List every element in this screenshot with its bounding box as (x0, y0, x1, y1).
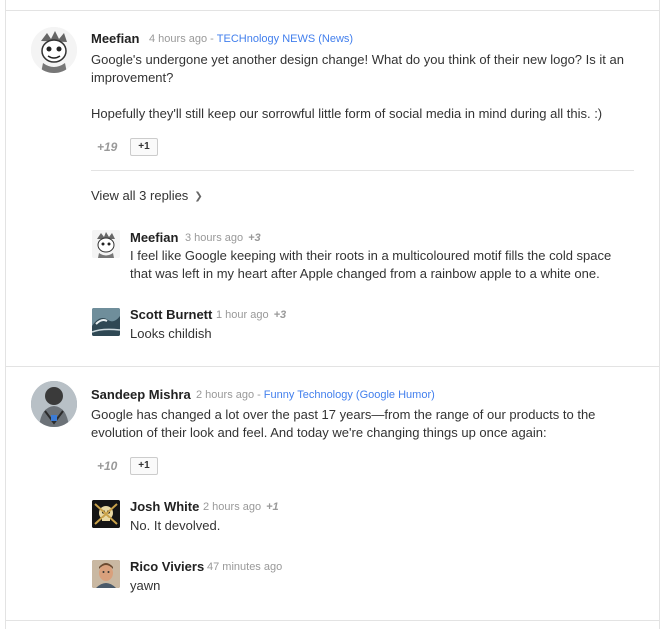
reply-author[interactable]: Josh White (130, 499, 199, 514)
meefian-avatar[interactable] (31, 27, 77, 73)
reply-text: I feel like Google keeping with their ro… (130, 248, 612, 281)
meta-separator: - (210, 33, 214, 45)
sandeep-mishra-avatar[interactable] (31, 381, 77, 427)
plus-one-count: +10 (97, 459, 118, 473)
top-divider (5, 10, 660, 11)
community-link[interactable]: TECHnology NEWS (News) (217, 33, 353, 45)
section-divider (5, 366, 660, 367)
josh-white-avatar[interactable] (92, 500, 120, 528)
reply-author[interactable]: Scott Burnett (130, 307, 212, 322)
reply-time[interactable]: 2 hours ago (203, 501, 261, 513)
reply-meta: 3 hours ago +3 (185, 232, 261, 244)
comment-meta: 2 hours ago - Funny Technology (Google Hum… (196, 389, 435, 401)
comment-author[interactable]: Meefian (91, 31, 139, 46)
comment-time[interactable]: 4 hours ago (149, 33, 207, 45)
reply-author[interactable]: Meefian (130, 230, 178, 245)
comment-divider (91, 170, 634, 171)
plus-one-button[interactable]: +1 (130, 138, 158, 156)
reply-time[interactable]: 1 hour ago (216, 309, 269, 321)
reply-meta: 47 minutes ago (207, 561, 282, 573)
view-replies-button[interactable]: View all 3 replies ❯ (91, 188, 203, 203)
reply-text: Looks childish (130, 326, 212, 341)
view-replies-label: View all 3 replies (91, 188, 189, 203)
reply-time[interactable]: 3 hours ago (185, 232, 243, 244)
community-link[interactable]: Funny Technology (Google Humor) (264, 389, 435, 401)
meefian-reply-avatar[interactable] (92, 230, 120, 258)
scott-burnett-avatar[interactable] (92, 308, 120, 336)
bottom-divider (5, 620, 660, 621)
comment-time[interactable]: 2 hours ago (196, 389, 254, 401)
reply-author[interactable]: Rico Viviers (130, 559, 204, 574)
comment-meta: 4 hours ago - TECHnology NEWS (News) (149, 33, 353, 45)
plus-one-button[interactable]: +1 (130, 457, 158, 475)
reply-plus-count: +1 (266, 501, 279, 513)
comment-text: Google has changed a lot over the past 1… (91, 407, 596, 440)
comment-text: Google's undergone yet another design ch… (91, 52, 624, 121)
meta-separator: - (257, 389, 261, 401)
rico-viviers-avatar[interactable] (92, 560, 120, 588)
reply-plus-count: +3 (273, 309, 287, 321)
reply-time[interactable]: 47 minutes ago (207, 561, 282, 573)
reply-meta: 1 hour ago +3 (216, 309, 286, 321)
chevron-down-icon: ❯ (194, 191, 203, 202)
comment-author[interactable]: Sandeep Mishra (91, 387, 191, 402)
plus-one-count: +19 (97, 140, 118, 154)
reply-meta: 2 hours ago +1 (203, 501, 279, 513)
reply-text: yawn (130, 578, 161, 593)
reply-plus-count: +3 (248, 232, 261, 244)
reply-text: No. It devolved. (130, 518, 221, 533)
